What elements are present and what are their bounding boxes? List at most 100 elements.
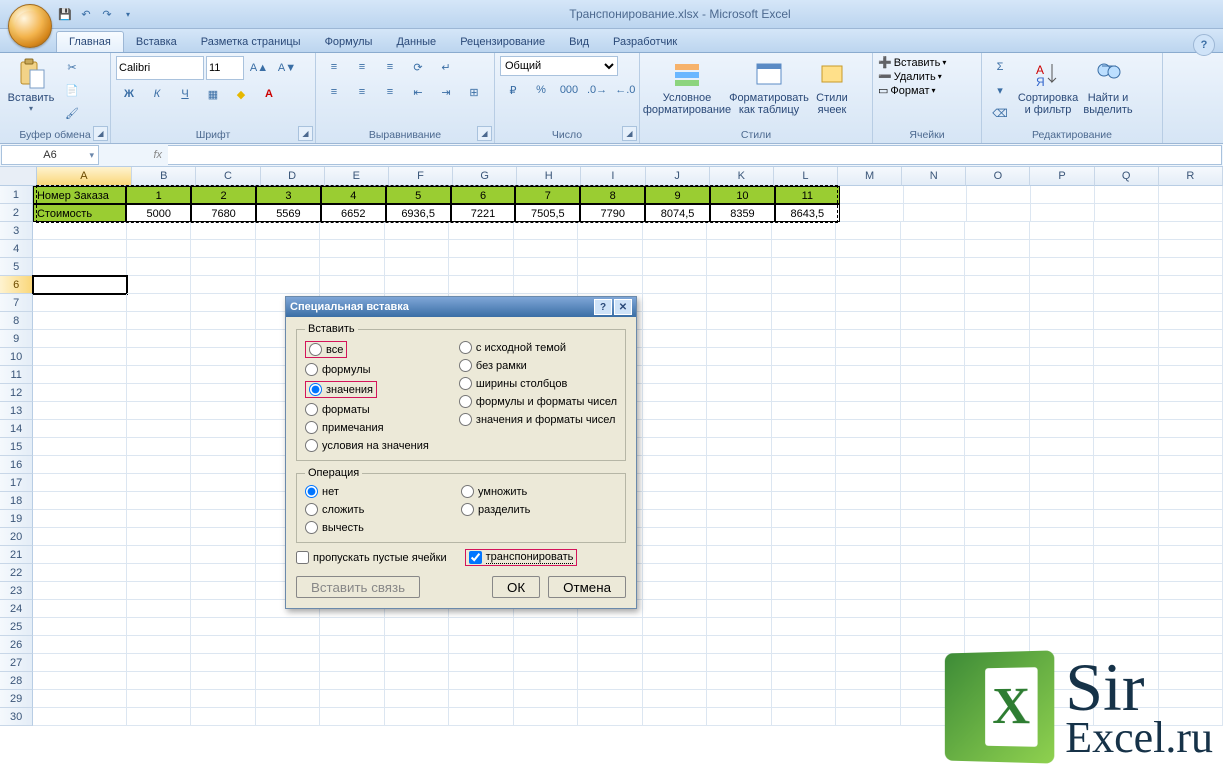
cell[interactable] xyxy=(707,348,772,366)
cell[interactable]: 7221 xyxy=(451,204,516,222)
cell[interactable] xyxy=(578,618,643,636)
cell[interactable] xyxy=(385,258,450,276)
cell[interactable] xyxy=(965,420,1030,438)
cell[interactable] xyxy=(1159,618,1223,636)
radio-примечания[interactable]: примечания xyxy=(305,421,459,434)
cell[interactable] xyxy=(33,276,126,294)
cell[interactable] xyxy=(449,636,514,654)
cell[interactable] xyxy=(772,618,837,636)
column-header[interactable]: M xyxy=(838,167,902,186)
cell[interactable] xyxy=(127,276,192,294)
cell[interactable] xyxy=(965,582,1030,600)
cell[interactable] xyxy=(901,366,966,384)
align-left-icon[interactable]: ≡ xyxy=(321,81,347,103)
cell[interactable] xyxy=(707,474,772,492)
decrease-decimal-icon[interactable]: ←.0 xyxy=(612,79,638,101)
cell[interactable] xyxy=(643,330,708,348)
cell[interactable] xyxy=(1094,312,1159,330)
radio-нет[interactable]: нет xyxy=(305,485,461,498)
cell[interactable] xyxy=(1095,204,1159,222)
cell[interactable] xyxy=(1159,456,1223,474)
cell[interactable] xyxy=(1159,582,1223,600)
cell[interactable] xyxy=(1094,618,1159,636)
cell[interactable] xyxy=(191,582,256,600)
cell[interactable] xyxy=(127,600,192,618)
cell[interactable] xyxy=(772,474,837,492)
cell[interactable] xyxy=(191,546,256,564)
cell[interactable]: 9 xyxy=(645,186,710,204)
cell[interactable] xyxy=(1159,564,1223,582)
row-header[interactable]: 7 xyxy=(0,294,33,312)
cell[interactable] xyxy=(772,600,837,618)
column-header[interactable]: G xyxy=(453,167,517,186)
cell[interactable] xyxy=(514,654,579,672)
row-header[interactable]: 18 xyxy=(0,492,33,510)
cell[interactable] xyxy=(127,618,192,636)
cell[interactable] xyxy=(127,492,192,510)
row-header[interactable]: 1 xyxy=(0,186,33,204)
cell[interactable] xyxy=(901,438,966,456)
cell[interactable] xyxy=(836,672,901,690)
cell[interactable] xyxy=(643,312,708,330)
cell[interactable] xyxy=(191,402,256,420)
cell[interactable] xyxy=(191,636,256,654)
cell[interactable] xyxy=(449,240,514,258)
cell[interactable] xyxy=(514,708,579,726)
cell[interactable] xyxy=(707,438,772,456)
cell[interactable] xyxy=(967,186,1031,204)
cell[interactable] xyxy=(772,402,837,420)
cell[interactable] xyxy=(1030,474,1095,492)
cell[interactable] xyxy=(385,240,450,258)
grow-font-icon[interactable]: A▲ xyxy=(246,57,272,79)
cell[interactable] xyxy=(643,384,708,402)
cell[interactable] xyxy=(578,222,643,240)
row-header[interactable]: 3 xyxy=(0,222,33,240)
cell[interactable] xyxy=(127,330,192,348)
cell[interactable] xyxy=(965,294,1030,312)
cell[interactable] xyxy=(191,420,256,438)
cell[interactable] xyxy=(1030,600,1095,618)
column-header[interactable]: K xyxy=(710,167,774,186)
border-button[interactable]: ▦ xyxy=(200,83,226,105)
cell[interactable] xyxy=(578,690,643,708)
cell[interactable] xyxy=(578,636,643,654)
cell[interactable] xyxy=(643,618,708,636)
cell[interactable] xyxy=(127,366,192,384)
cell[interactable] xyxy=(643,600,708,618)
cell[interactable] xyxy=(643,294,708,312)
column-header[interactable]: F xyxy=(389,167,453,186)
cell[interactable] xyxy=(836,258,901,276)
cell[interactable] xyxy=(772,654,837,672)
cell[interactable] xyxy=(1094,564,1159,582)
cell[interactable] xyxy=(707,456,772,474)
cell[interactable] xyxy=(1094,294,1159,312)
cell[interactable] xyxy=(1030,564,1095,582)
cell[interactable] xyxy=(707,582,772,600)
cell[interactable] xyxy=(901,546,966,564)
cell[interactable] xyxy=(191,708,256,726)
cell[interactable] xyxy=(836,312,901,330)
cell[interactable] xyxy=(836,600,901,618)
cell[interactable] xyxy=(1094,402,1159,420)
cell[interactable] xyxy=(1159,546,1223,564)
cell[interactable] xyxy=(33,582,126,600)
save-icon[interactable]: 💾 xyxy=(56,5,74,23)
format-painter-icon[interactable]: 🖌 xyxy=(59,102,85,124)
cell[interactable]: 8643,5 xyxy=(775,204,840,222)
cell[interactable] xyxy=(901,312,966,330)
cell[interactable] xyxy=(707,672,772,690)
cell[interactable] xyxy=(1094,438,1159,456)
cell[interactable] xyxy=(33,402,126,420)
row-header[interactable]: 19 xyxy=(0,510,33,528)
cell[interactable] xyxy=(385,222,450,240)
cell[interactable]: 8074,5 xyxy=(645,204,710,222)
align-top-icon[interactable]: ≡ xyxy=(321,56,347,78)
cell[interactable] xyxy=(320,690,385,708)
cell[interactable] xyxy=(127,672,192,690)
cell[interactable]: 7680 xyxy=(191,204,256,222)
align-right-icon[interactable]: ≡ xyxy=(377,81,403,103)
cell[interactable] xyxy=(320,636,385,654)
cell[interactable] xyxy=(256,690,321,708)
cell[interactable] xyxy=(191,312,256,330)
cell[interactable] xyxy=(127,258,192,276)
